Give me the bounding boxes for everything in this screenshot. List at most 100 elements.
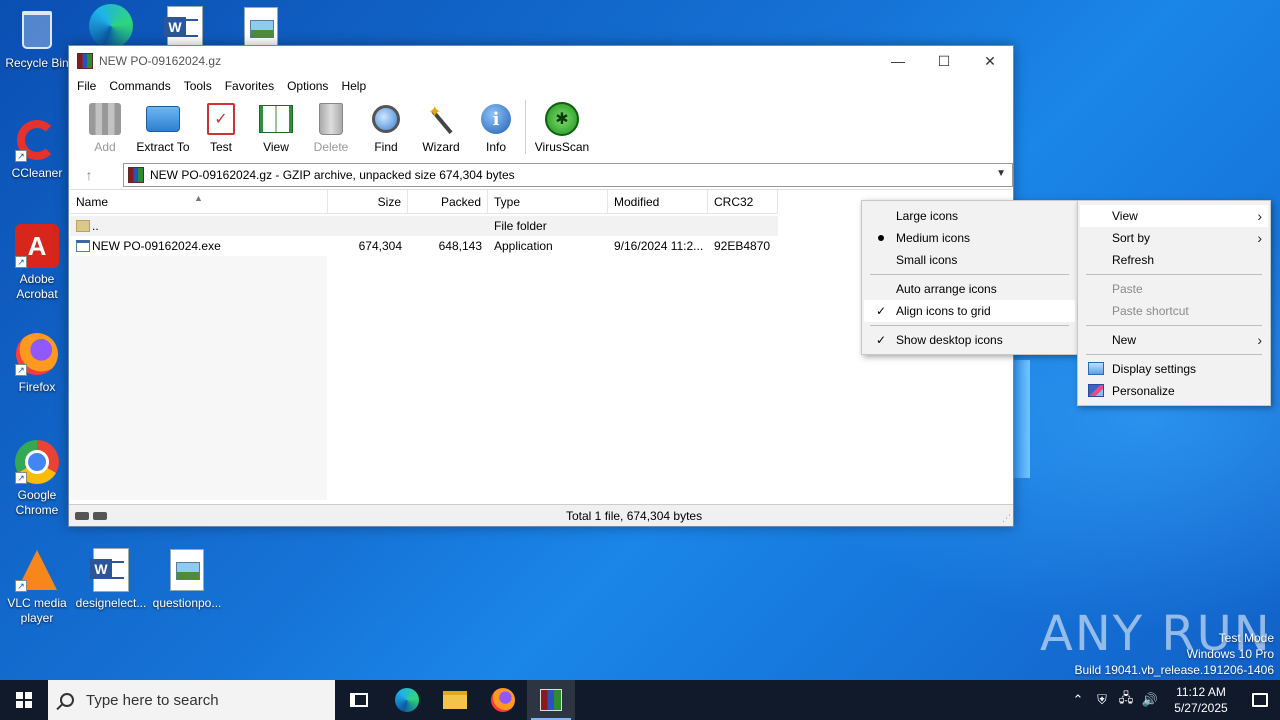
desktop-icon-designelect[interactable]: W designelect...: [74, 548, 148, 611]
desktop-icon-label: Firefox: [18, 380, 56, 394]
menu-item-sort-by[interactable]: Sort by ›: [1080, 227, 1268, 249]
maximize-button[interactable]: ☐: [921, 46, 967, 76]
windows-watermark: Test Mode Windows 10 Pro Build 19041.vb_…: [1075, 630, 1275, 678]
test-button[interactable]: ✓ Test: [193, 98, 249, 156]
key-icon[interactable]: [93, 511, 107, 520]
desktop-icon-adobe-acrobat[interactable]: A ↗ Adobe Acrobat: [0, 224, 74, 302]
taskbar-file-explorer[interactable]: [431, 680, 479, 720]
column-header-size[interactable]: Size: [328, 190, 408, 214]
shortcut-arrow-icon: ↗: [15, 150, 27, 162]
menu-item-medium-icons[interactable]: Medium icons: [864, 227, 1075, 249]
taskbar-winrar[interactable]: [527, 680, 575, 720]
row-size: [328, 216, 408, 236]
menu-file[interactable]: File: [77, 79, 96, 93]
chevron-up-icon[interactable]: ⌃: [1066, 692, 1090, 708]
menu-commands[interactable]: Commands: [109, 79, 170, 93]
minimize-button[interactable]: —: [875, 46, 921, 76]
radio-selected-icon: [878, 235, 884, 241]
chrome-icon: ↗: [15, 440, 59, 484]
taskbar: Type here to search ⌃ ⛨ 🖧 🔊 11:12 AM 5/2…: [0, 680, 1280, 720]
clock-date: 5/27/2025: [1174, 701, 1228, 715]
wizard-button[interactable]: Wizard: [413, 98, 469, 156]
menu-item-show-desktop-icons[interactable]: ✓ Show desktop icons: [864, 329, 1075, 351]
desktop-icon-questionpo[interactable]: questionpo...: [150, 548, 224, 611]
file-explorer-icon: [443, 691, 467, 709]
menu-item-display-settings[interactable]: Display settings: [1080, 358, 1268, 380]
menu-item-paste-shortcut[interactable]: Paste shortcut: [1080, 300, 1268, 322]
edge-icon: [89, 4, 133, 48]
table-row[interactable]: .. File folder: [70, 216, 778, 236]
delete-icon: [314, 102, 348, 136]
info-button[interactable]: i Info: [468, 98, 524, 156]
firefox-icon: ↗: [15, 332, 59, 376]
watermark-test-mode: Test Mode: [1218, 631, 1274, 645]
resize-grip-icon[interactable]: ⋰: [1002, 513, 1011, 524]
notification-button[interactable]: [1240, 693, 1280, 707]
menu-help[interactable]: Help: [341, 79, 366, 93]
row-type: Application: [494, 239, 553, 253]
menu-favorites[interactable]: Favorites: [225, 79, 274, 93]
adobe-acrobat-icon: A ↗: [15, 224, 59, 268]
archive-path-text: NEW PO-09162024.gz - GZIP archive, unpac…: [150, 168, 515, 182]
view-button[interactable]: View: [248, 98, 304, 156]
menu-tools[interactable]: Tools: [184, 79, 212, 93]
table-row[interactable]: NEW PO-09162024.exe 674,304 648,143 Appl…: [70, 236, 778, 256]
task-view-button[interactable]: [335, 680, 383, 720]
desktop-icon-google-chrome[interactable]: ↗ Google Chrome: [0, 440, 74, 518]
desktop-icon-vlc[interactable]: ↗ VLC media player: [0, 548, 74, 626]
row-size: 674,304: [358, 239, 402, 253]
menu-item-view[interactable]: View ›: [1080, 205, 1268, 227]
column-header-crc32[interactable]: CRC32: [708, 190, 778, 214]
application-icon: [76, 240, 90, 252]
menu-item-large-icons[interactable]: Large icons: [864, 205, 1075, 227]
taskbar-firefox[interactable]: [479, 680, 527, 720]
menu-item-auto-arrange[interactable]: Auto arrange icons: [864, 278, 1075, 300]
up-arrow-icon[interactable]: ↑: [81, 167, 97, 183]
winrar-icon: [540, 689, 562, 711]
add-button[interactable]: Add: [77, 98, 133, 156]
menu-item-refresh[interactable]: Refresh: [1080, 249, 1268, 271]
taskbar-edge[interactable]: [383, 680, 431, 720]
menu-item-align-to-grid[interactable]: ✓ Align icons to grid: [864, 300, 1075, 322]
archive-path-field[interactable]: NEW PO-09162024.gz - GZIP archive, unpac…: [123, 163, 1013, 187]
chevron-down-icon[interactable]: ▼: [996, 168, 1006, 179]
desktop-icon-firefox[interactable]: ↗ Firefox: [0, 332, 74, 395]
clock[interactable]: 11:12 AM 5/27/2025: [1162, 684, 1240, 716]
close-button[interactable]: ✕: [967, 46, 1013, 76]
checkmark-icon: ✓: [876, 333, 887, 347]
security-icon[interactable]: ⛨: [1090, 692, 1114, 708]
desktop-icon-label: questionpo...: [152, 596, 222, 610]
column-header-modified[interactable]: Modified: [608, 190, 708, 214]
title-bar[interactable]: NEW PO-09162024.gz — ☐ ✕: [69, 46, 1013, 76]
shortcut-arrow-icon: ↗: [15, 472, 27, 484]
network-icon[interactable]: 🖧: [1114, 689, 1138, 711]
delete-label: Delete: [313, 140, 349, 154]
drive-icon[interactable]: [75, 511, 89, 520]
row-crc: 92EB4870: [714, 239, 771, 253]
desktop-icon-label: Recycle Bin: [5, 56, 69, 70]
menu-options[interactable]: Options: [287, 79, 328, 93]
find-button[interactable]: Find: [358, 98, 414, 156]
window-title: NEW PO-09162024.gz: [99, 54, 222, 68]
start-button[interactable]: [0, 680, 48, 720]
watermark-build: Build 19041.vb_release.191206-1406: [1074, 663, 1275, 677]
column-header-name[interactable]: Name ▲: [70, 190, 328, 214]
column-header-type[interactable]: Type: [488, 190, 608, 214]
delete-button[interactable]: Delete: [303, 98, 359, 156]
menu-item-personalize[interactable]: Personalize: [1080, 380, 1268, 402]
desktop-icon-recycle-bin[interactable]: Recycle Bin: [0, 8, 74, 71]
menu-item-paste[interactable]: Paste: [1080, 278, 1268, 300]
desktop-icon-label: designelect...: [75, 596, 147, 610]
desktop-icon-ccleaner[interactable]: ↗ CCleaner: [0, 118, 74, 181]
virusscan-button[interactable]: ✱ VirusScan: [532, 98, 592, 156]
extract-to-button[interactable]: Extract To: [132, 98, 194, 156]
firefox-icon: [491, 688, 515, 712]
menu-item-new[interactable]: New ›: [1080, 329, 1268, 351]
taskbar-search-box[interactable]: Type here to search: [48, 680, 335, 720]
file-list-header: Name ▲ Size Packed Type Modified CRC32: [70, 190, 778, 214]
volume-icon[interactable]: 🔊: [1138, 692, 1162, 708]
clock-time: 11:12 AM: [1176, 685, 1226, 699]
menu-item-small-icons[interactable]: Small icons: [864, 249, 1075, 271]
column-header-packed[interactable]: Packed: [408, 190, 488, 214]
menu-bar: File Commands Tools Favorites Options He…: [69, 76, 1013, 96]
